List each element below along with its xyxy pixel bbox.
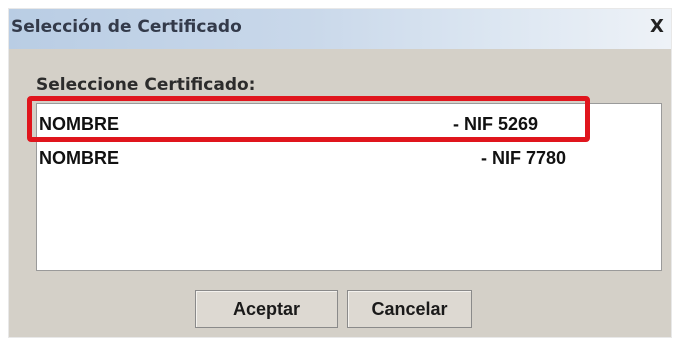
close-icon[interactable]: X <box>647 16 667 38</box>
title-bar: Selección de Certificado X <box>9 9 671 49</box>
certificate-list[interactable]: NOMBRE - NIF 5269 NOMBRE - NIF 7780 <box>36 103 662 271</box>
cancel-button[interactable]: Cancelar <box>347 290 472 328</box>
certificate-name: NOMBRE <box>39 148 119 168</box>
accept-button[interactable]: Aceptar <box>195 290 338 328</box>
certificate-nif: - NIF 5269 <box>453 114 539 134</box>
certificate-list-label: Seleccione Certificado: <box>36 75 256 95</box>
certificate-selection-dialog: Selección de Certificado X Seleccione Ce… <box>8 8 672 338</box>
window-title: Selección de Certificado <box>11 17 242 37</box>
certificate-name: NOMBRE <box>39 114 119 134</box>
list-item[interactable]: NOMBRE - NIF 7780 <box>37 144 661 172</box>
list-item[interactable]: NOMBRE - NIF 5269 <box>37 110 661 138</box>
certificate-nif: - NIF 7780 <box>481 148 567 168</box>
